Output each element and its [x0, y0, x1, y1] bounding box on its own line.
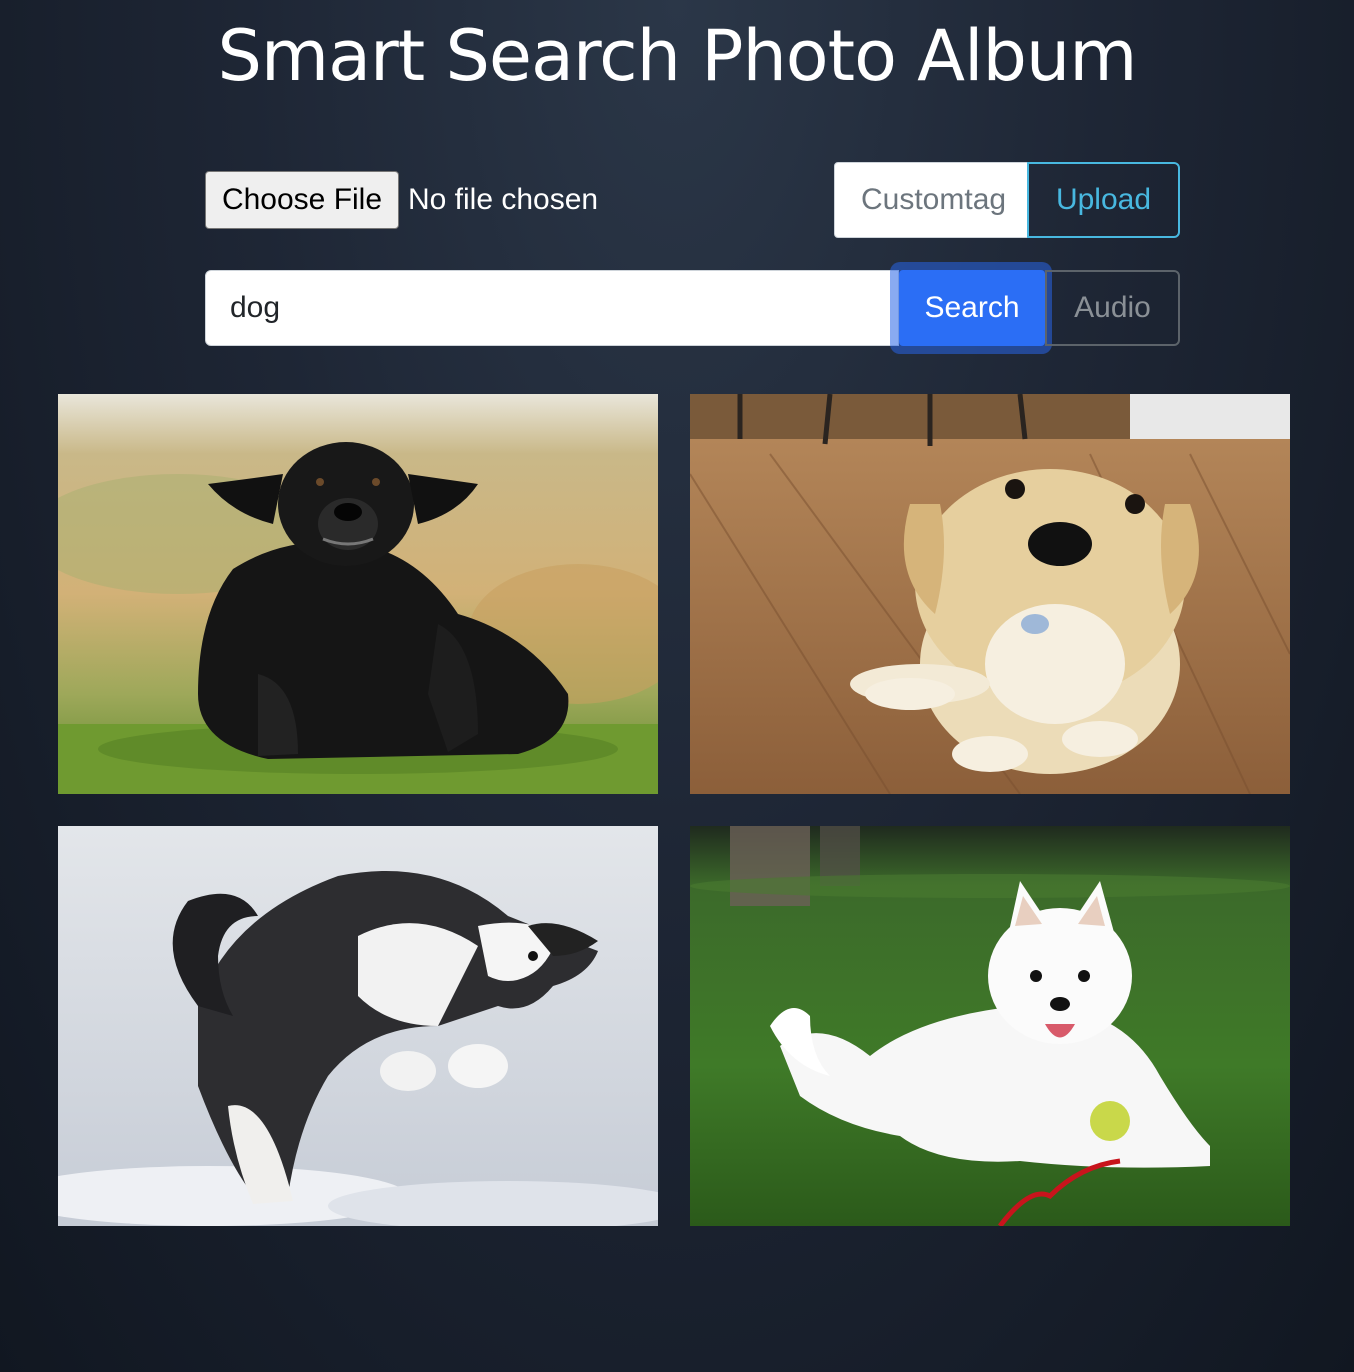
result-photo-black-labrador[interactable] — [58, 394, 658, 794]
result-photo-golden-puppy[interactable] — [690, 394, 1290, 794]
upload-button[interactable]: Upload — [1027, 162, 1180, 238]
husky-puppy-image — [58, 826, 658, 1226]
custom-tag-input[interactable] — [834, 162, 1028, 238]
result-photo-white-samoyed[interactable] — [690, 826, 1290, 1226]
search-input[interactable] — [205, 270, 899, 346]
audio-button[interactable]: Audio — [1045, 270, 1180, 346]
file-status-text: No file chosen — [408, 183, 599, 216]
result-photo-husky-puppy[interactable] — [58, 826, 658, 1226]
golden-puppy-image — [690, 394, 1290, 794]
white-samoyed-image — [690, 826, 1290, 1226]
search-button[interactable]: Search — [899, 270, 1045, 346]
black-labrador-image — [58, 394, 658, 794]
page-title: Smart Search Photo Album — [217, 15, 1138, 97]
choose-file-button[interactable]: Choose File — [205, 171, 399, 229]
